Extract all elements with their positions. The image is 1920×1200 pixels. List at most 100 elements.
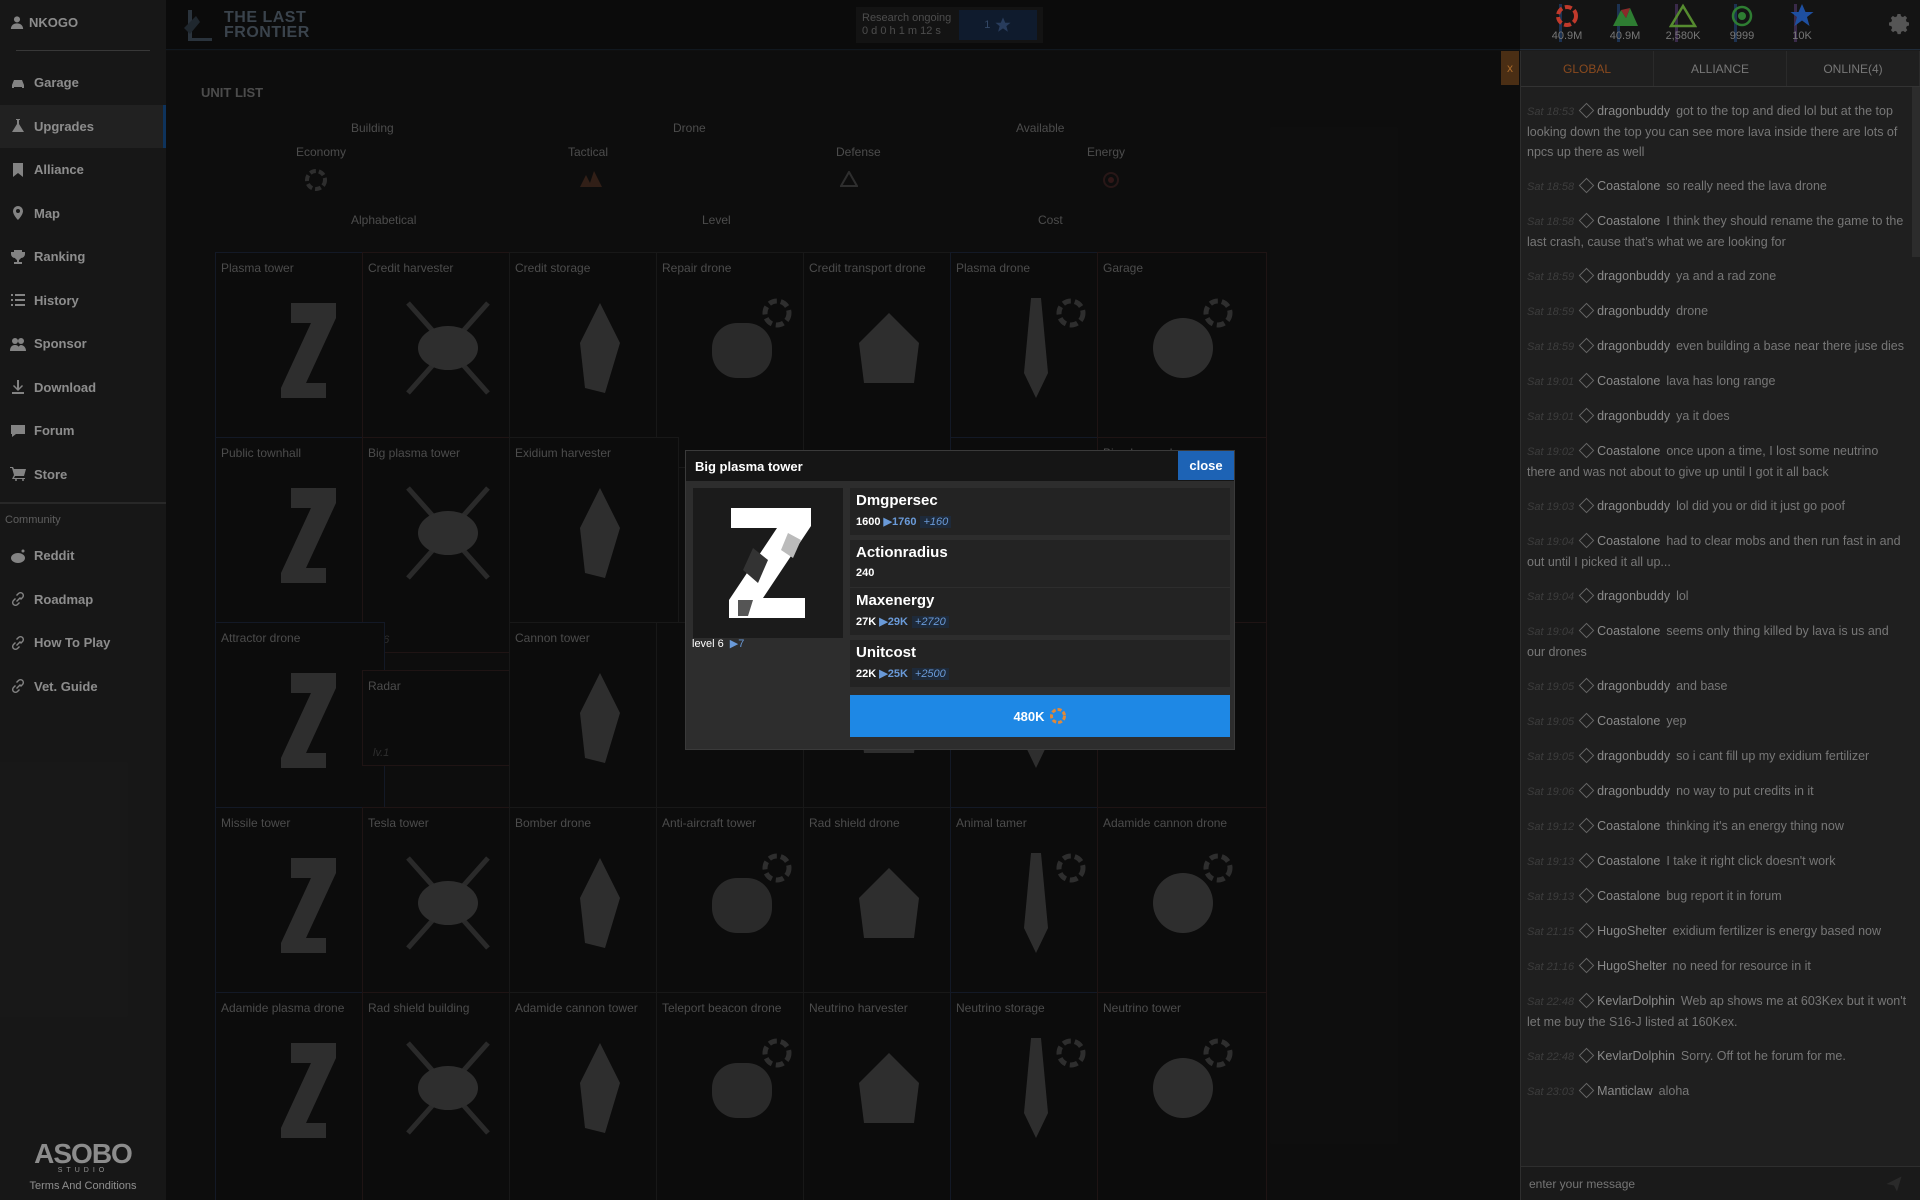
message-text: bug report it in forum — [1666, 889, 1782, 903]
upgrade-buy-button[interactable]: 480K — [850, 695, 1230, 737]
chat-message: Sat 21:15 HugoShelter exidium fertilizer i… — [1527, 921, 1907, 942]
stat-current: 240 — [856, 567, 875, 579]
stat-row: Maxenergy 27K ▶29K +2720 — [850, 588, 1230, 635]
chat-message: Sat 22:48 KevlarDolphin Web ap shows me at… — [1527, 991, 1907, 1032]
chat-message: Sat 19:06 dragonbuddy no way to put credit… — [1527, 781, 1907, 802]
message-author[interactable]: KevlarDolphin — [1597, 1049, 1675, 1063]
resource-icon — [1556, 5, 1578, 27]
message-author[interactable]: Coastalone — [1597, 819, 1660, 833]
close-chat-button[interactable]: x — [1501, 51, 1519, 85]
resource-3[interactable]: 9999 — [1712, 2, 1772, 42]
message-author[interactable]: dragonbuddy — [1597, 339, 1670, 353]
chat-message: Sat 19:05 dragonbuddy so i cant fill up my… — [1527, 746, 1907, 767]
resource-1[interactable]: 40.9M — [1595, 2, 1655, 42]
message-author[interactable]: HugoShelter — [1597, 959, 1667, 973]
chat-scrollbar[interactable] — [1912, 87, 1920, 257]
message-author[interactable]: dragonbuddy — [1597, 784, 1670, 798]
message-author[interactable]: Coastalone — [1597, 444, 1660, 458]
message-time: Sat 18:58 — [1527, 216, 1575, 228]
rank-badge-icon — [1578, 407, 1595, 424]
tab-alliance[interactable]: ALLIANCE — [1654, 51, 1787, 86]
resource-0[interactable]: 40.9M — [1537, 2, 1597, 42]
chat-input[interactable] — [1521, 1167, 1861, 1200]
chat-input-bar — [1521, 1166, 1920, 1200]
rank-badge-icon — [1578, 747, 1595, 764]
message-author[interactable]: Coastalone — [1597, 179, 1660, 193]
message-author[interactable]: Coastalone — [1597, 374, 1660, 388]
message-text: lol did you or did it just go poof — [1676, 499, 1845, 513]
resource-value: 9999 — [1729, 30, 1755, 42]
chat-message: Sat 22:48 KevlarDolphin Sorry. Off tot he … — [1527, 1046, 1907, 1067]
message-author[interactable]: dragonbuddy — [1597, 269, 1670, 283]
stat-increase: +160 — [920, 516, 952, 528]
stat-values: 22K ▶25K +2500 — [856, 667, 949, 680]
message-text: even building a base near there juse die… — [1676, 339, 1905, 353]
message-time: Sat 18:59 — [1527, 306, 1575, 318]
message-text: yep — [1666, 714, 1687, 728]
message-author[interactable]: Manticlaw — [1597, 1084, 1653, 1098]
message-time: Sat 18:59 — [1527, 341, 1575, 353]
message-author[interactable]: dragonbuddy — [1597, 499, 1670, 513]
message-time: Sat 18:58 — [1527, 181, 1575, 193]
rank-badge-icon — [1578, 267, 1595, 284]
rank-badge-icon — [1578, 957, 1595, 974]
message-time: Sat 19:04 — [1527, 536, 1575, 548]
rank-badge-icon — [1578, 497, 1595, 514]
modal-title: Big plasma tower — [695, 458, 803, 474]
chat-message: Sat 19:12 Coastalone thinking it's an ener… — [1527, 816, 1907, 837]
message-author[interactable]: Coastalone — [1597, 214, 1660, 228]
unit-level: level 6 ▶7 — [692, 637, 744, 650]
message-author[interactable]: Coastalone — [1597, 714, 1660, 728]
stat-current: 27K — [856, 616, 877, 628]
message-time: Sat 19:04 — [1527, 591, 1575, 603]
tab-online[interactable]: ONLINE(4) — [1787, 51, 1920, 86]
rank-badge-icon — [1578, 587, 1595, 604]
stat-next: ▶1760 — [883, 516, 917, 528]
app-root: NKOGO Garage Upgrades Alliance Map Ranking Hi… — [0, 0, 1920, 1200]
message-author[interactable]: Coastalone — [1597, 624, 1660, 638]
resource-2[interactable]: 2,580K — [1653, 2, 1713, 42]
stat-increase: +2500 — [911, 668, 949, 680]
message-text: drone — [1676, 304, 1709, 318]
resource-value: 2,580K — [1665, 30, 1701, 42]
message-author[interactable]: Coastalone — [1597, 889, 1660, 903]
resource-icon — [1790, 4, 1814, 26]
rank-badge-icon — [1578, 532, 1595, 549]
chat-message: Sat 18:59 dragonbuddy even building a base… — [1527, 336, 1907, 357]
stat-increase: +2720 — [911, 616, 949, 628]
message-text: lol — [1676, 589, 1689, 603]
tab-global[interactable]: GLOBAL — [1521, 51, 1654, 86]
chat-message: Sat 19:04 dragonbuddy lol — [1527, 586, 1907, 607]
message-author[interactable]: dragonbuddy — [1597, 749, 1670, 763]
send-icon[interactable] — [1885, 1175, 1903, 1193]
chat-message: Sat 19:02 Coastalone once upon a time, I l… — [1527, 441, 1907, 482]
resource-4[interactable]: 10K — [1772, 2, 1832, 42]
message-author[interactable]: KevlarDolphin — [1597, 994, 1675, 1008]
chat-message: Sat 19:01 Coastalone lava has long range — [1527, 371, 1907, 392]
message-text: no way to put credits in it — [1676, 784, 1814, 798]
gear-icon[interactable] — [1888, 12, 1912, 36]
message-time: Sat 19:13 — [1527, 891, 1575, 903]
close-button[interactable]: close — [1178, 451, 1234, 480]
rank-badge-icon — [1578, 372, 1595, 389]
chat-message: Sat 19:13 Coastalone I take it right click… — [1527, 851, 1907, 872]
message-author[interactable]: dragonbuddy — [1597, 409, 1670, 423]
message-author[interactable]: dragonbuddy — [1597, 589, 1670, 603]
resource-icon — [1731, 5, 1753, 27]
rank-badge-icon — [1578, 177, 1595, 194]
upgrade-cost: 480K — [1013, 708, 1045, 724]
message-author[interactable]: Coastalone — [1597, 534, 1660, 548]
message-time: Sat 19:06 — [1527, 786, 1575, 798]
chat-message: Sat 18:59 dragonbuddy drone — [1527, 301, 1907, 322]
message-time: Sat 19:13 — [1527, 856, 1575, 868]
message-author[interactable]: dragonbuddy — [1597, 304, 1670, 318]
message-author[interactable]: dragonbuddy — [1597, 104, 1670, 118]
rank-badge-icon — [1578, 782, 1595, 799]
message-time: Sat 19:05 — [1527, 716, 1575, 728]
message-author[interactable]: dragonbuddy — [1597, 679, 1670, 693]
rank-badge-icon — [1578, 102, 1595, 119]
chat-message: Sat 19:01 dragonbuddy ya it does — [1527, 406, 1907, 427]
message-author[interactable]: HugoShelter — [1597, 924, 1667, 938]
message-author[interactable]: Coastalone — [1597, 854, 1660, 868]
message-text: so i cant fill up my exidium fertilizer — [1676, 749, 1870, 763]
